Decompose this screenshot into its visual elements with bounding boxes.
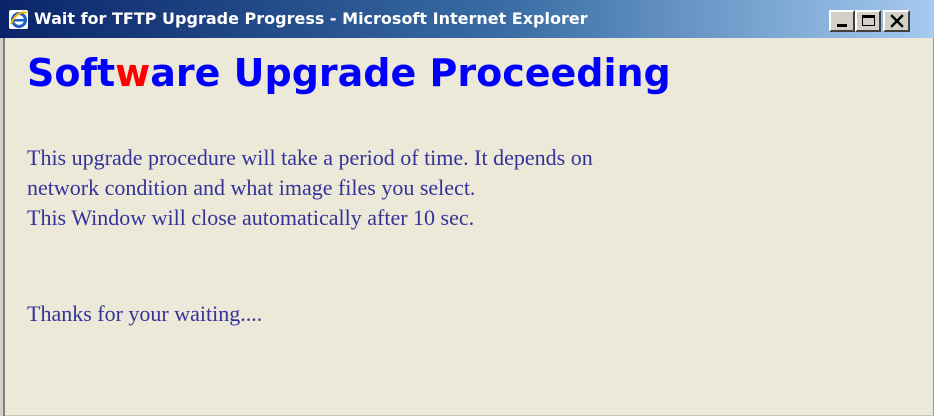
close-button[interactable]	[883, 10, 910, 32]
maximize-icon	[862, 15, 875, 26]
minimize-button[interactable]	[829, 10, 855, 32]
thanks-message: Thanks for your waiting....	[27, 301, 263, 326]
browser-window: Wait for TFTP Upgrade Progress - Microso…	[0, 0, 934, 416]
minimize-icon	[837, 24, 847, 27]
heading-accent-letter: w	[115, 51, 151, 95]
window-left-border	[0, 38, 5, 416]
message-line-1: This upgrade procedure will take a perio…	[27, 145, 593, 170]
message-line-2: network condition and what image files y…	[27, 175, 476, 200]
message-line-3: This Window will close automatically aft…	[27, 205, 475, 230]
upgrade-message: This upgrade procedure will take a perio…	[27, 143, 907, 233]
maximize-button[interactable]	[855, 10, 881, 32]
title-bar[interactable]: Wait for TFTP Upgrade Progress - Microso…	[0, 0, 934, 38]
heading-part-1: Soft	[27, 51, 116, 95]
page-heading: Software Upgrade Proceeding	[27, 50, 671, 96]
internet-explorer-icon[interactable]	[9, 10, 28, 29]
window-title: Wait for TFTP Upgrade Progress - Microso…	[34, 9, 588, 28]
close-icon	[890, 14, 904, 28]
heading-part-2: are Upgrade Proceeding	[150, 51, 671, 95]
